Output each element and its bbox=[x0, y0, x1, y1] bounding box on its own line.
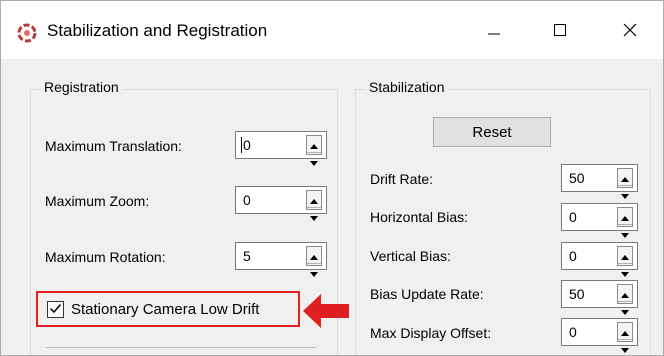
red-arrow-icon bbox=[303, 291, 349, 331]
reset-button[interactable]: Reset bbox=[433, 117, 551, 147]
maximum-zoom-spinner[interactable]: 0 bbox=[235, 186, 327, 221]
drift-rate-label: Drift Rate: bbox=[370, 171, 434, 187]
drift-rate-spinner[interactable]: 50 bbox=[561, 164, 638, 199]
spin-up-arrow-icon bbox=[621, 323, 629, 339]
max-display-offset-label: Max Display Offset: bbox=[370, 325, 492, 341]
maximum-translation-spinner[interactable]: 0 bbox=[235, 131, 327, 166]
spin-down-arrow-icon bbox=[621, 186, 629, 202]
spin-up-arrow-icon bbox=[621, 247, 629, 263]
vertical-bias-label: Vertical Bias: bbox=[370, 248, 451, 264]
maximum-zoom-label: Maximum Zoom: bbox=[45, 193, 150, 209]
spin-down-button[interactable] bbox=[618, 263, 632, 280]
spin-down-button[interactable] bbox=[618, 224, 632, 241]
spin-up-button[interactable] bbox=[618, 285, 632, 301]
vertical-bias-spinner[interactable]: 0 bbox=[561, 242, 638, 277]
maximum-translation-value: 0 bbox=[243, 137, 251, 153]
maximum-rotation-label: Maximum Rotation: bbox=[45, 249, 166, 265]
maximum-rotation-spinner[interactable]: 5 bbox=[235, 242, 327, 277]
spin-down-button[interactable] bbox=[618, 339, 632, 355]
maximum-zoom-value: 0 bbox=[243, 192, 251, 208]
horizontal-bias-value: 0 bbox=[569, 209, 577, 225]
app-logo-icon bbox=[17, 23, 37, 43]
stabilization-registration-dialog: Stabilization and Registration Registrat… bbox=[0, 0, 664, 356]
spin-down-button[interactable] bbox=[618, 185, 632, 202]
spin-up-button[interactable] bbox=[618, 247, 632, 263]
registration-group-title: Registration bbox=[41, 79, 122, 95]
spin-down-arrow-icon bbox=[621, 225, 629, 241]
maximum-rotation-value: 5 bbox=[243, 248, 251, 264]
max-display-offset-spinner[interactable]: 0 bbox=[561, 318, 638, 353]
spin-down-button[interactable] bbox=[307, 207, 321, 224]
spin-up-button[interactable] bbox=[307, 136, 321, 152]
separator-line bbox=[46, 347, 316, 348]
title-bar: Stabilization and Registration bbox=[1, 1, 663, 59]
spin-up-button[interactable] bbox=[618, 323, 632, 339]
spin-down-button[interactable] bbox=[307, 152, 321, 169]
spin-down-button[interactable] bbox=[307, 263, 321, 280]
maximum-translation-label: Maximum Translation: bbox=[45, 138, 182, 154]
minimize-icon bbox=[486, 22, 502, 41]
spin-up-arrow-icon bbox=[621, 169, 629, 185]
drift-rate-value: 50 bbox=[569, 170, 585, 186]
spin-up-button[interactable] bbox=[618, 208, 632, 224]
highlight-box: Stationary Camera Low Drift bbox=[36, 291, 300, 327]
spin-down-arrow-icon bbox=[310, 264, 318, 280]
stationary-camera-checkbox[interactable] bbox=[47, 301, 64, 318]
text-caret bbox=[241, 137, 242, 153]
stationary-camera-label[interactable]: Stationary Camera Low Drift bbox=[71, 301, 259, 318]
checkmark-icon bbox=[49, 302, 62, 318]
stabilization-group-title: Stabilization bbox=[366, 79, 448, 95]
spin-up-button[interactable] bbox=[618, 169, 632, 185]
spin-up-button[interactable] bbox=[307, 191, 321, 207]
spin-down-arrow-icon bbox=[621, 264, 629, 280]
spin-down-arrow-icon bbox=[310, 208, 318, 224]
window-title: Stabilization and Registration bbox=[47, 21, 268, 40]
max-display-offset-value: 0 bbox=[569, 324, 577, 340]
spin-up-arrow-icon bbox=[621, 285, 629, 301]
close-icon bbox=[622, 22, 638, 41]
maximize-icon bbox=[552, 22, 568, 41]
vertical-bias-value: 0 bbox=[569, 248, 577, 264]
spin-up-arrow-icon bbox=[310, 191, 318, 207]
horizontal-bias-spinner[interactable]: 0 bbox=[561, 203, 638, 238]
bias-update-rate-spinner[interactable]: 50 bbox=[561, 280, 638, 315]
minimize-button[interactable] bbox=[471, 9, 517, 53]
bias-update-rate-value: 50 bbox=[569, 286, 585, 302]
maximize-button[interactable] bbox=[537, 9, 583, 53]
bias-update-rate-label: Bias Update Rate: bbox=[370, 286, 484, 302]
spin-down-button[interactable] bbox=[618, 301, 632, 318]
spin-up-arrow-icon bbox=[310, 136, 318, 152]
horizontal-bias-label: Horizontal Bias: bbox=[370, 209, 469, 225]
spin-down-arrow-icon bbox=[621, 302, 629, 318]
spin-up-button[interactable] bbox=[307, 247, 321, 263]
spin-down-arrow-icon bbox=[621, 340, 629, 355]
spin-down-arrow-icon bbox=[310, 153, 318, 169]
spin-up-arrow-icon bbox=[621, 208, 629, 224]
close-button[interactable] bbox=[607, 9, 653, 53]
spin-up-arrow-icon bbox=[310, 247, 318, 263]
